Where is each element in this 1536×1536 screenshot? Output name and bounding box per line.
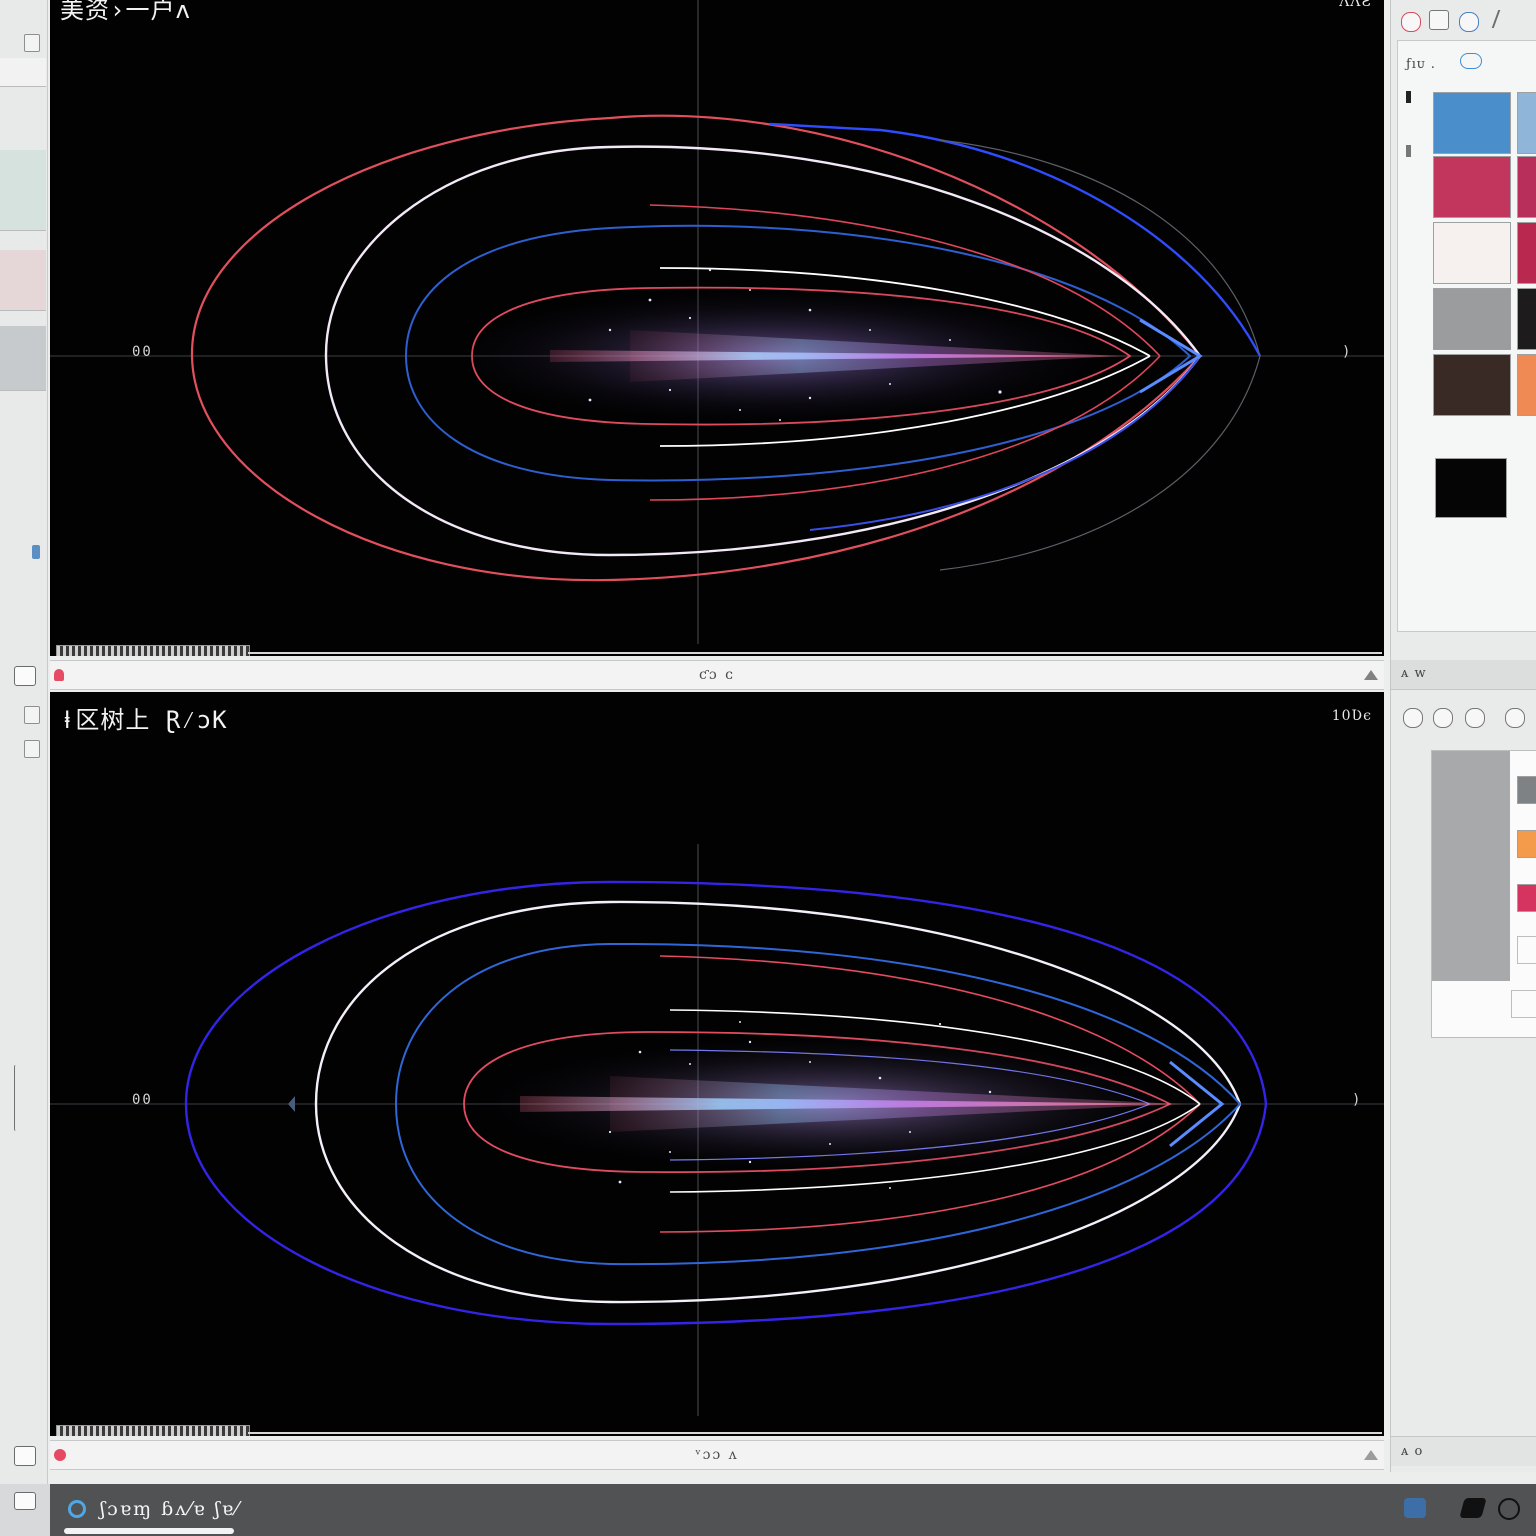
properties-footer: ᴀ ᴏ bbox=[1391, 1436, 1536, 1466]
taskbar-progress bbox=[64, 1528, 234, 1534]
bottom-view-zoom: 10Ʋє bbox=[1331, 708, 1372, 724]
lower-swatch-2[interactable] bbox=[1517, 830, 1536, 858]
top-orbit-plot bbox=[50, 0, 1384, 644]
ruler-icon bbox=[14, 1065, 25, 1131]
swatch-empty-1[interactable] bbox=[1517, 936, 1536, 964]
refresh-icon[interactable] bbox=[1433, 708, 1453, 728]
color-swatch-partial-1[interactable] bbox=[1517, 92, 1536, 154]
layer-button[interactable] bbox=[24, 34, 40, 52]
rail-panel-1 bbox=[0, 58, 46, 87]
cycle-icon[interactable] bbox=[1403, 708, 1423, 728]
pen-icon[interactable] bbox=[1491, 10, 1519, 28]
swatch-marker-icon bbox=[1406, 91, 1411, 103]
app-ring-icon[interactable] bbox=[68, 1500, 86, 1518]
thumbnail-panel[interactable] bbox=[0, 150, 46, 231]
bottom-scale-bar bbox=[56, 1425, 250, 1436]
top-status-text: ƈɔ ᴄ bbox=[699, 667, 735, 683]
blue-marker-icon bbox=[32, 545, 40, 559]
thumbnail-panel-3[interactable] bbox=[0, 326, 46, 391]
taskbar-app-label[interactable]: ʃɔɐɱ ɓʌ⁄ɐ ʃɐ⁄ bbox=[100, 1498, 240, 1520]
top-axis-end-label: ) bbox=[1342, 344, 1353, 360]
properties-header: ᴀ ᴡ bbox=[1391, 660, 1536, 690]
bottom-scale-line bbox=[248, 1432, 1382, 1434]
top-view-zoom: ɅɅƧ bbox=[1339, 0, 1372, 10]
thumbnail-panel-2[interactable] bbox=[0, 250, 46, 311]
top-view-title: 美资›一户ʌ bbox=[60, 0, 191, 24]
bottom-axis-end-label: ) bbox=[1352, 1092, 1363, 1108]
left-toolbar bbox=[0, 0, 48, 1536]
properties-footer-label[interactable]: ᴀ ᴏ bbox=[1401, 1444, 1423, 1459]
grey-preview bbox=[1432, 751, 1510, 981]
color-swatch-5[interactable] bbox=[1433, 354, 1511, 416]
loop-icon[interactable] bbox=[1459, 12, 1479, 32]
color-swatch-partial-2[interactable] bbox=[1517, 156, 1536, 218]
top-scale-bar bbox=[56, 645, 250, 656]
bottom-view-title: ⱡ区树上 Ɽ⁄ɔK bbox=[60, 706, 228, 734]
layer-button-3[interactable] bbox=[24, 740, 40, 758]
taskbar: ʃɔɐɱ ɓʌ⁄ɐ ʃɐ⁄ bbox=[0, 1484, 1536, 1536]
lower-swatch-1[interactable] bbox=[1517, 776, 1536, 804]
info-icon[interactable] bbox=[1505, 708, 1525, 728]
bottom-viewport[interactable]: ⱡ区树上 Ɽ⁄ɔK 10Ʋє 00 ) bbox=[50, 692, 1384, 1436]
taskbar-start[interactable] bbox=[0, 1484, 50, 1536]
top-status-bar: ƈɔ ᴄ bbox=[50, 660, 1384, 690]
bottom-status-bar: ᵛɔɔ ʌ bbox=[50, 1440, 1384, 1470]
start-icon[interactable] bbox=[14, 1492, 36, 1510]
top-viewport[interactable]: 美资›一户ʌ ɅɅƧ 00 ) bbox=[50, 0, 1384, 656]
color-swatch-partial-4[interactable] bbox=[1517, 288, 1536, 350]
sync-icon[interactable] bbox=[1465, 708, 1485, 728]
bottom-orbit-plot bbox=[50, 844, 1384, 1416]
bottom-view-toggle-icon[interactable] bbox=[14, 1446, 36, 1466]
stop-icon[interactable] bbox=[1429, 10, 1449, 30]
color-swatch-4[interactable] bbox=[1433, 288, 1511, 350]
swatch-empty-2[interactable] bbox=[1511, 990, 1536, 1018]
color-swatch-partial-5[interactable] bbox=[1517, 354, 1536, 416]
bottom-axis-origin-label: 00 bbox=[132, 1092, 153, 1108]
swatch-panel-header: ƒıᴜ . bbox=[1406, 57, 1436, 72]
collapse-icon-bottom[interactable] bbox=[1364, 1450, 1378, 1460]
axis-arrow bbox=[288, 1096, 295, 1112]
color-swatch-partial-3[interactable] bbox=[1517, 222, 1536, 284]
layer-button-2[interactable] bbox=[24, 706, 40, 724]
color-swatch-1[interactable] bbox=[1433, 92, 1511, 154]
color-panel: ƒıᴜ . bbox=[1390, 0, 1536, 660]
lower-swatch-3[interactable] bbox=[1517, 884, 1536, 912]
color-swatch-6[interactable] bbox=[1435, 458, 1507, 518]
tray-network-icon[interactable] bbox=[1404, 1498, 1426, 1518]
top-axis-origin-label: 00 bbox=[132, 344, 153, 360]
color-swatch-3[interactable] bbox=[1433, 222, 1511, 284]
top-scale-line bbox=[248, 652, 1382, 654]
dropper-icon[interactable] bbox=[1460, 53, 1482, 69]
properties-tab-label[interactable]: ᴀ ᴡ bbox=[1401, 666, 1427, 681]
record-icon[interactable] bbox=[1401, 12, 1421, 32]
bottom-status-text: ᵛɔɔ ʌ bbox=[695, 1447, 739, 1463]
swatch-marker-icon-2 bbox=[1406, 145, 1411, 157]
collapse-icon[interactable] bbox=[1364, 670, 1378, 680]
properties-panel: ᴀ ᴡ ᴀ ᴏ bbox=[1390, 660, 1536, 1472]
top-view-toggle-icon[interactable] bbox=[14, 666, 36, 686]
tray-power-icon[interactable] bbox=[1498, 1498, 1520, 1520]
tray-volume-icon[interactable] bbox=[1459, 1498, 1487, 1518]
color-swatch-2[interactable] bbox=[1433, 156, 1511, 218]
